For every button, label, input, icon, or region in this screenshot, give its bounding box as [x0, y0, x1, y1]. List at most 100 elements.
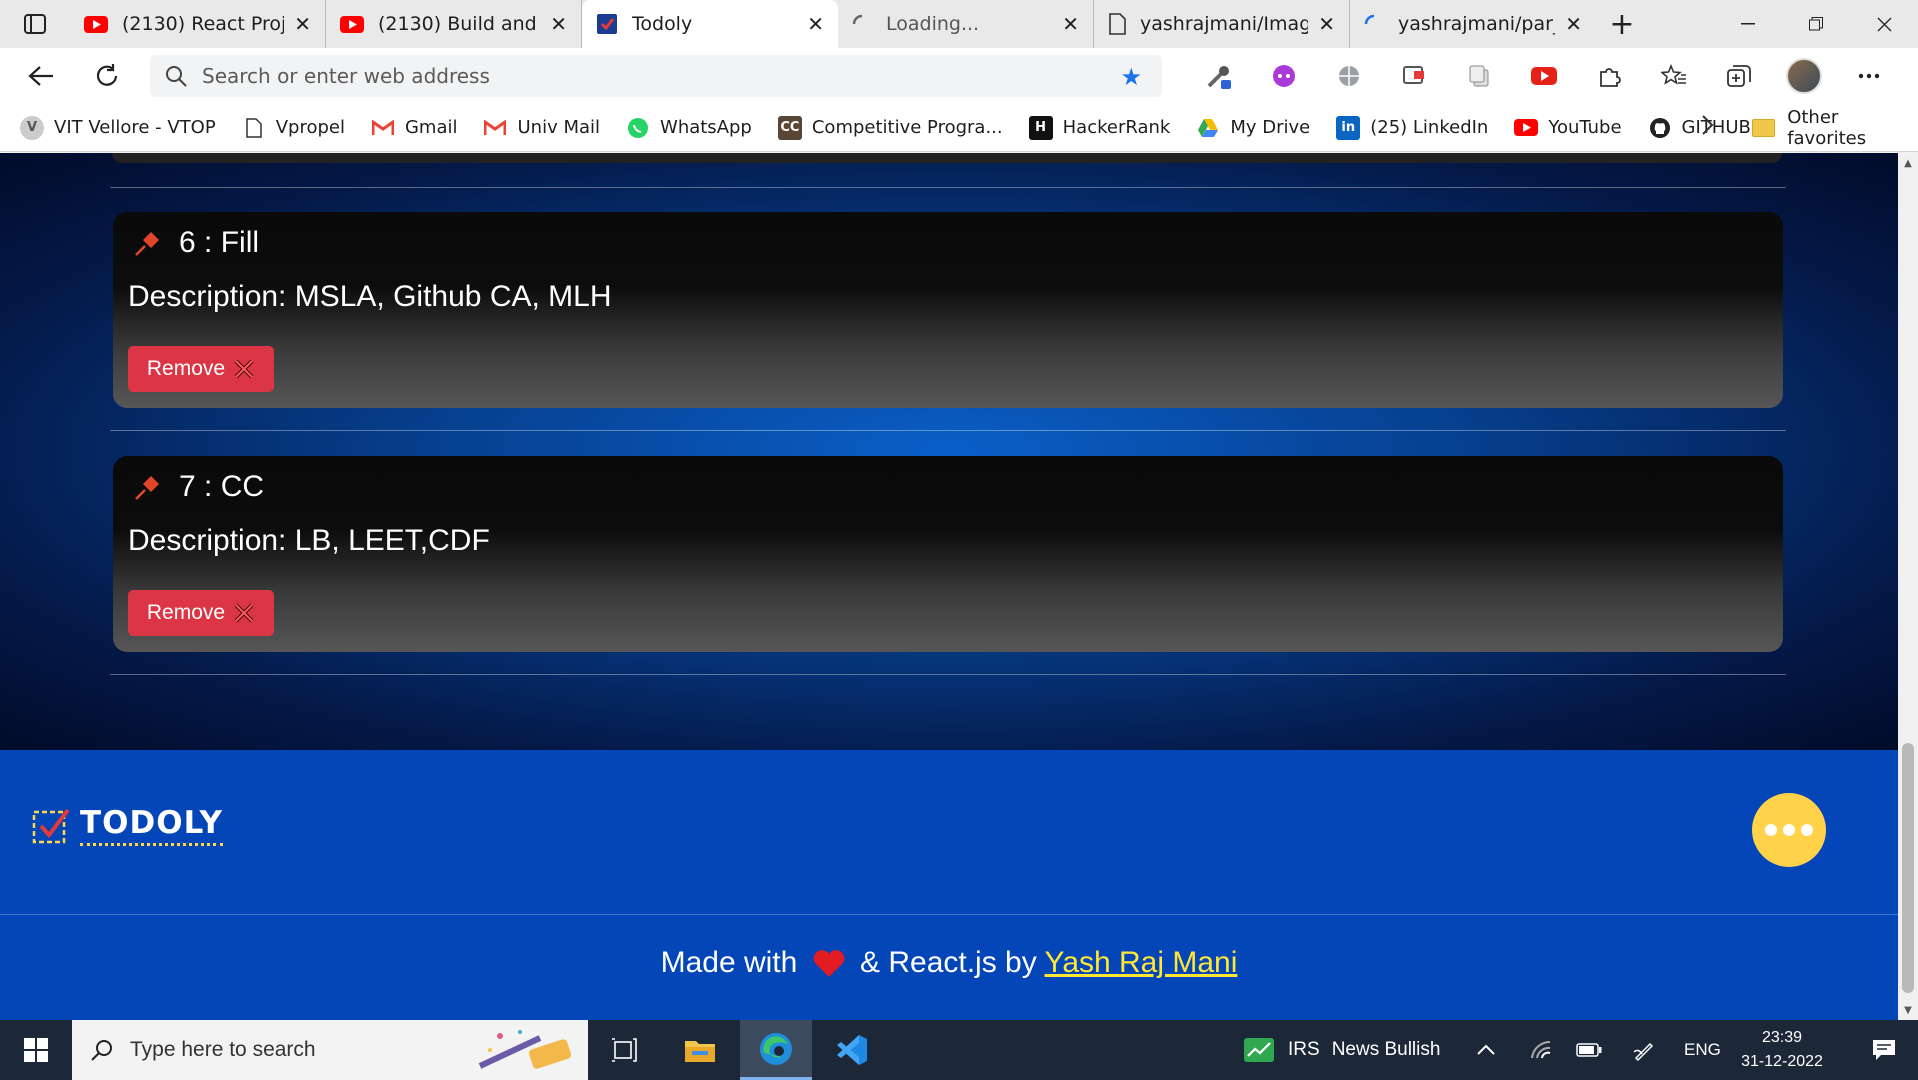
scroll-down-arrow-icon[interactable]: ▼ [1898, 1000, 1918, 1020]
tab-close-icon[interactable]: ✕ [1318, 12, 1335, 36]
bookmark-gmail[interactable]: Gmail [371, 116, 457, 140]
new-tab-button[interactable]: + [1596, 0, 1648, 48]
back-button[interactable] [8, 48, 74, 104]
whatsapp-icon [626, 116, 650, 140]
chat-extension-icon [1272, 65, 1295, 87]
logo-text: TODOLY [80, 805, 223, 846]
favorite-star-icon[interactable]: ★ [1120, 63, 1142, 91]
close-window-button[interactable] [1850, 0, 1918, 48]
youtube-icon [340, 15, 364, 33]
address-bar[interactable]: ★ [150, 55, 1162, 97]
tab-loading[interactable]: Loading... ✕ [838, 0, 1094, 48]
battery-button[interactable] [1576, 1020, 1602, 1080]
remove-button[interactable]: Remove [128, 346, 274, 392]
language-indicator[interactable]: ENG [1684, 1020, 1721, 1080]
news-widget[interactable]: IRS News Bullish [1244, 1020, 1440, 1080]
clock[interactable]: 23:39 31-12-2022 [1726, 1026, 1838, 1074]
extension-eyedropper-button[interactable] [1186, 48, 1251, 104]
show-hidden-icons-button[interactable] [1476, 1020, 1496, 1080]
search-icon [91, 1040, 112, 1061]
task-view-button[interactable] [588, 1020, 660, 1080]
scroll-thumb[interactable] [1902, 743, 1914, 993]
scroll-up-arrow-icon[interactable]: ▲ [1898, 153, 1918, 173]
pen-workspace-button[interactable] [1632, 1020, 1656, 1080]
extensions-toolbar [1186, 48, 1901, 104]
cross-mark-icon [234, 603, 254, 623]
collections-button[interactable] [1706, 48, 1771, 104]
pen-icon [1633, 1042, 1654, 1062]
tab-close-icon[interactable]: ✕ [1565, 12, 1582, 36]
remove-button[interactable]: Remove [128, 590, 274, 636]
tab-build-and-publish[interactable]: (2130) Build and Pu ✕ [326, 0, 582, 48]
author-link[interactable]: Yash Raj Mani [1045, 946, 1238, 979]
extension-youtube-button[interactable] [1511, 48, 1576, 104]
tab-react-project[interactable]: (2130) React Project ✕ [70, 0, 326, 48]
bookmark-linkedin[interactable]: in (25) LinkedIn [1336, 115, 1488, 140]
more-bookmarks-chevron-icon[interactable] [1700, 114, 1714, 142]
minimize-button[interactable] [1714, 0, 1782, 48]
extension-screen-recorder-button[interactable] [1381, 48, 1446, 104]
bookmark-youtube[interactable]: YouTube [1514, 116, 1622, 140]
page-scrollbar[interactable]: ▲ ▼ [1898, 153, 1918, 1020]
extension-purple-button[interactable] [1251, 48, 1316, 104]
more-horizontal-icon [1858, 73, 1879, 79]
globe-icon [1338, 66, 1359, 86]
bookmark-label: GITHUB [1681, 117, 1751, 138]
tab-close-icon[interactable]: ✕ [807, 12, 824, 36]
todo-title-text: Fill [220, 226, 260, 259]
tab-actions-button[interactable] [0, 0, 70, 48]
drive-icon [1196, 116, 1220, 140]
tab-imagee[interactable]: yashrajmani/ImageE ✕ [1094, 0, 1350, 48]
favorites-list-icon [1660, 64, 1686, 85]
extension-copy-button[interactable] [1446, 48, 1511, 104]
todo-title: 7 : CC [133, 470, 264, 504]
extensions-button[interactable] [1576, 48, 1641, 104]
description-text: MSLA, Github CA, MLH [294, 280, 612, 313]
tab-par-tar[interactable]: yashrajmani/par_tar ✕ [1350, 0, 1596, 48]
gmail-icon [483, 116, 507, 140]
bookmark-whatsapp[interactable]: WhatsApp [626, 116, 752, 140]
network-button[interactable] [1530, 1020, 1552, 1080]
todoly-logo[interactable]: TODOLY [32, 805, 223, 846]
dot-icon [1783, 824, 1795, 836]
vscode-taskbar-button[interactable] [816, 1020, 888, 1080]
start-button[interactable] [0, 1020, 72, 1080]
address-input[interactable] [202, 64, 1062, 88]
tab-close-icon[interactable]: ✕ [550, 12, 567, 36]
todo-divider [110, 430, 1786, 431]
taskbar-search[interactable] [72, 1020, 588, 1080]
bookmark-my-drive[interactable]: My Drive [1196, 116, 1310, 140]
edge-taskbar-button[interactable] [740, 1020, 812, 1080]
extension-globe-button[interactable] [1316, 48, 1381, 104]
page-icon [242, 116, 266, 140]
tab-close-icon[interactable]: ✕ [294, 12, 311, 36]
bookmark-vpropel[interactable]: Vpropel [242, 116, 345, 140]
tab-close-icon[interactable]: ✕ [1062, 12, 1079, 36]
description-text: LB, LEET,CDF [294, 524, 490, 557]
bookmark-vit-vtop[interactable]: V VIT Vellore - VTOP [20, 115, 216, 140]
favorites-button[interactable] [1641, 48, 1706, 104]
screen-recorder-icon [1402, 66, 1424, 84]
bookmark-hackerrank[interactable]: H HackerRank [1028, 115, 1170, 140]
profile-button[interactable] [1771, 48, 1836, 104]
bookmark-competitive-programming[interactable]: CC Competitive Progra... [777, 115, 1003, 140]
tab-title: (2130) React Project [122, 13, 285, 35]
restore-button[interactable] [1782, 0, 1850, 48]
settings-more-button[interactable] [1836, 48, 1901, 104]
more-options-button[interactable] [1752, 793, 1826, 867]
bookmark-univ-mail[interactable]: Univ Mail [483, 116, 600, 140]
todo-title-text: CC [220, 470, 265, 503]
gmail-icon [371, 116, 395, 140]
other-favorites[interactable]: Other favorites [1752, 104, 1918, 152]
tab-title: yashrajmani/ImageE [1140, 13, 1309, 35]
refresh-button[interactable] [74, 48, 140, 104]
clock-date: 31-12-2022 [1741, 1053, 1823, 1070]
tab-todoly[interactable]: Todoly ✕ [582, 0, 838, 48]
taskbar-search-input[interactable] [130, 1038, 460, 1062]
react-by-text: & React.js by [860, 946, 1037, 979]
notifications-button[interactable] [1850, 1020, 1918, 1080]
vit-icon: V [20, 115, 44, 140]
collections-icon [1726, 65, 1751, 87]
file-explorer-button[interactable] [664, 1020, 736, 1080]
hackerrank-icon: H [1028, 115, 1053, 140]
